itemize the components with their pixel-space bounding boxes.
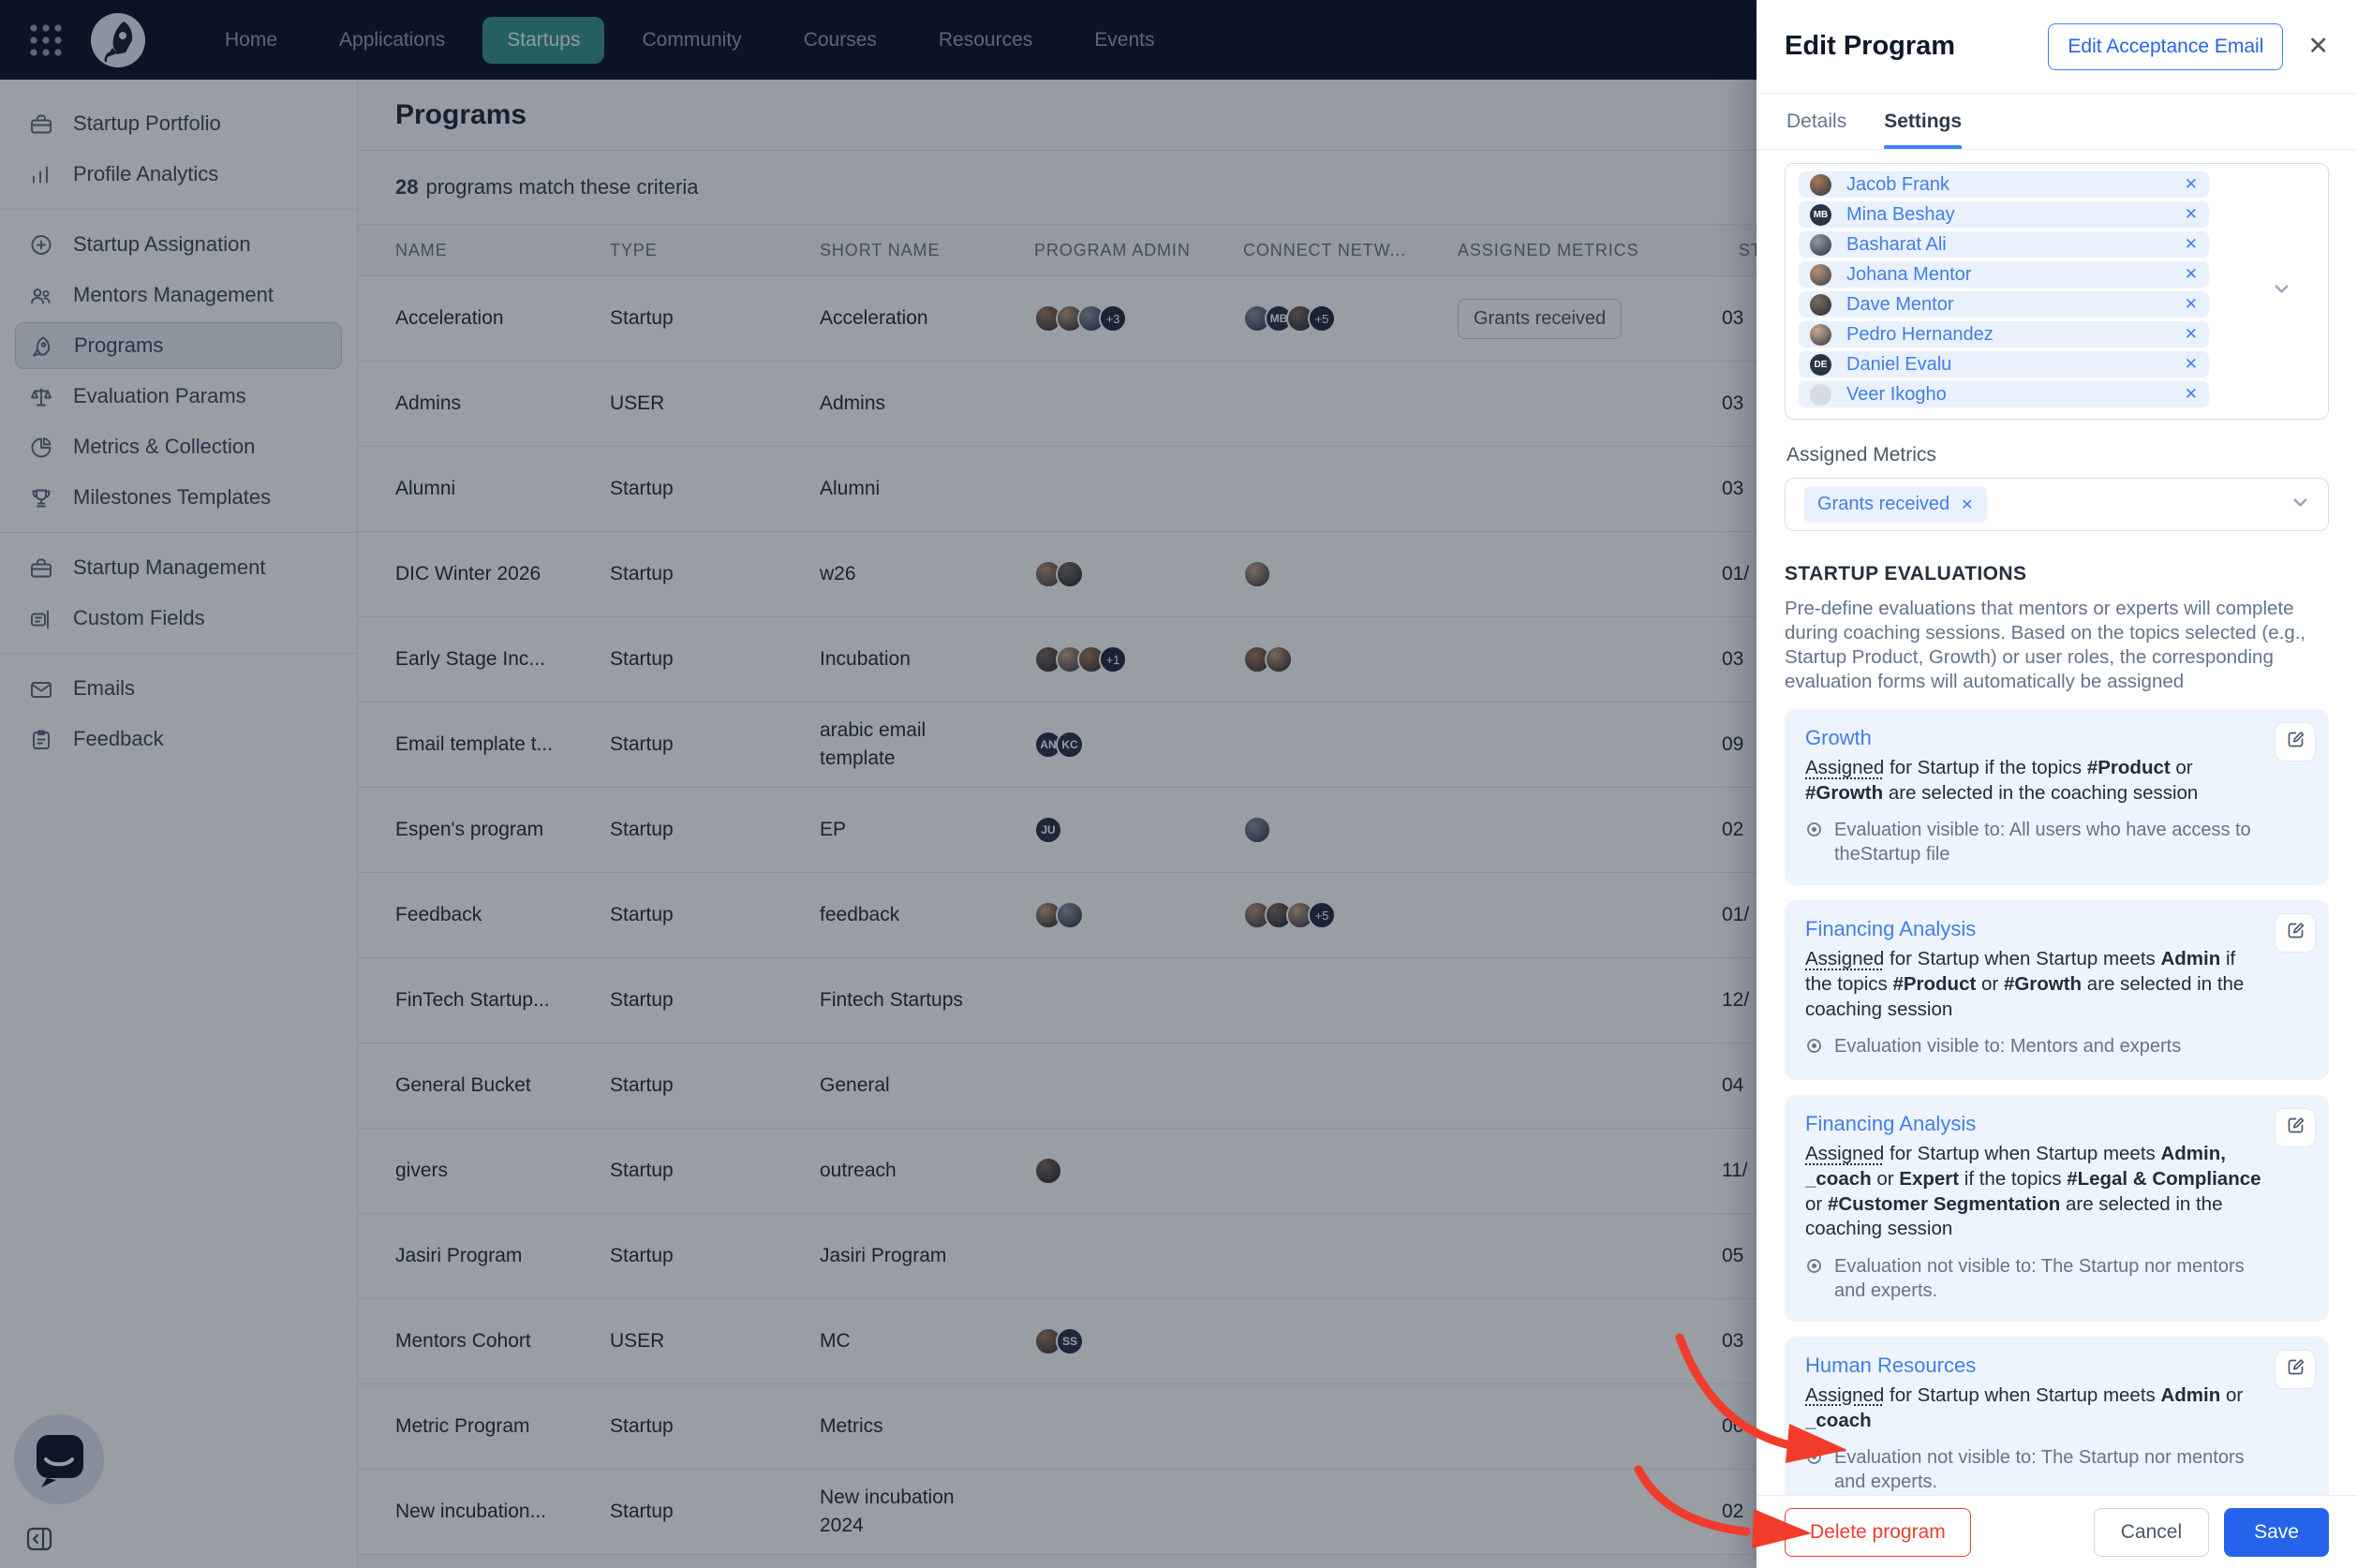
edit-acceptance-email-button[interactable]: Edit Acceptance Email [2048, 22, 2284, 70]
evaluation-title-link[interactable]: Human Resources [1805, 1354, 2308, 1378]
evaluation-visibility: Evaluation not visible to: The Startup n… [1805, 1445, 2308, 1494]
eye-icon [1805, 1445, 1823, 1494]
remove-person-icon[interactable]: ✕ [2185, 235, 2198, 254]
chevron-down-icon[interactable] [2290, 492, 2311, 518]
edit-icon [2286, 1116, 2305, 1140]
evaluation-visibility: Evaluation visible to: Mentors and exper… [1805, 1034, 2308, 1061]
startup-evaluations-description: Pre-define evaluations that mentors or e… [1785, 598, 2306, 693]
avatar-initials: DE [1810, 353, 1831, 376]
edit-evaluation-button[interactable] [2275, 722, 2316, 762]
selected-person-pill[interactable]: Veer Ikogho ✕ [1799, 381, 2209, 407]
avatar [1810, 173, 1831, 196]
evaluation-title-link[interactable]: Financing Analysis [1805, 917, 2308, 941]
avatar [1810, 233, 1831, 256]
person-name: Dave Mentor [1846, 293, 1954, 315]
person-name: Pedro Hernandez [1846, 323, 1994, 345]
selected-person-pill[interactable]: Pedro Hernandez ✕ [1799, 321, 2209, 348]
chevron-down-icon[interactable] [2271, 278, 2292, 304]
eye-icon [1805, 818, 1823, 866]
remove-person-icon[interactable]: ✕ [2185, 385, 2198, 404]
delete-program-button[interactable]: Delete program [1785, 1507, 1971, 1557]
person-name: Jacob Frank [1846, 173, 1950, 195]
assigned-metrics-select[interactable]: Grants received ✕ [1785, 478, 2329, 531]
person-name: Johana Mentor [1846, 263, 1972, 285]
remove-person-icon[interactable]: ✕ [2185, 325, 2198, 344]
tab-details[interactable]: Details [1786, 94, 1846, 149]
remove-metric-icon[interactable]: ✕ [1961, 496, 1973, 514]
evaluation-card: Human Resources Assigned for Startup when… [1785, 1336, 2329, 1495]
program-admins-multiselect[interactable]: Jacob Frank ✕ MB Mina Beshay ✕ Basharat Ali ✕ J… [1785, 163, 2329, 420]
panel-tabs: Details Settings [1757, 94, 2357, 150]
eye-icon [1805, 1254, 1823, 1303]
edit-icon [2286, 921, 2305, 945]
person-name: Mina Beshay [1846, 203, 1955, 225]
evaluation-card: Financing Analysis Assigned for Startup w… [1785, 1095, 2329, 1322]
selected-person-pill[interactable]: Basharat Ali ✕ [1799, 231, 2209, 258]
selected-person-pill[interactable]: Dave Mentor ✕ [1799, 291, 2209, 318]
selected-person-pill[interactable]: MB Mina Beshay ✕ [1799, 201, 2209, 228]
selected-person-pill[interactable]: Johana Mentor ✕ [1799, 261, 2209, 288]
assigned-metrics-label: Assigned Metrics [1786, 444, 1936, 466]
save-button[interactable]: Save [2224, 1507, 2329, 1557]
close-icon[interactable]: ✕ [2307, 32, 2329, 61]
modal-dim-overlay [0, 0, 1757, 1568]
evaluation-visibility: Evaluation not visible to: The Startup n… [1805, 1254, 2308, 1303]
remove-person-icon[interactable]: ✕ [2185, 295, 2198, 314]
panel-title: Edit Program [1785, 31, 1956, 61]
avatar [1810, 263, 1831, 286]
remove-person-icon[interactable]: ✕ [2185, 205, 2198, 224]
evaluation-card: Financing Analysis Assigned for Startup w… [1785, 900, 2329, 1081]
remove-person-icon[interactable]: ✕ [2185, 265, 2198, 284]
evaluation-rule-text: Assigned for Startup when Startup meets … [1805, 1143, 2261, 1240]
avatar-placeholder [1810, 383, 1831, 406]
selected-person-pill[interactable]: DE Daniel Evalu ✕ [1799, 351, 2209, 377]
evaluation-visibility: Evaluation visible to: All users who hav… [1805, 818, 2308, 866]
tab-settings[interactable]: Settings [1884, 94, 1962, 149]
eye-icon [1805, 1034, 1823, 1061]
avatar [1810, 293, 1831, 316]
person-name: Daniel Evalu [1846, 353, 1952, 375]
avatar-initials: MB [1810, 203, 1831, 226]
remove-person-icon[interactable]: ✕ [2185, 355, 2198, 374]
edit-icon [2286, 1357, 2305, 1382]
remove-person-icon[interactable]: ✕ [2185, 175, 2198, 194]
evaluation-title-link[interactable]: Financing Analysis [1805, 1112, 2308, 1136]
evaluation-title-link[interactable]: Growth [1805, 726, 2308, 750]
metric-chip: Grants received ✕ [1804, 486, 1987, 523]
person-name: Veer Ikogho [1846, 383, 1947, 405]
selected-person-pill[interactable]: Jacob Frank ✕ [1799, 171, 2209, 198]
evaluation-card: Growth Assigned for Startup if the topics… [1785, 709, 2329, 886]
evaluation-rule-text: Assigned for Startup when Startup meets … [1805, 948, 2245, 1020]
evaluation-rule-text: Assigned for Startup when Startup meets … [1805, 1383, 2244, 1431]
metric-chip-label: Grants received [1817, 494, 1950, 514]
startup-evaluations-heading: STARTUP EVALUATIONS [1785, 563, 2027, 584]
cancel-button[interactable]: Cancel [2093, 1507, 2210, 1557]
avatar [1810, 323, 1831, 346]
person-name: Basharat Ali [1846, 233, 1947, 255]
edit-evaluation-button[interactable] [2275, 913, 2316, 954]
edit-evaluation-button[interactable] [2275, 1349, 2316, 1389]
edit-program-panel: Edit Program Edit Acceptance Email ✕ Det… [1757, 0, 2357, 1568]
edit-icon [2286, 730, 2305, 754]
evaluation-rule-text: Assigned for Startup if the topics #Prod… [1805, 757, 2199, 804]
edit-evaluation-button[interactable] [2275, 1108, 2316, 1148]
